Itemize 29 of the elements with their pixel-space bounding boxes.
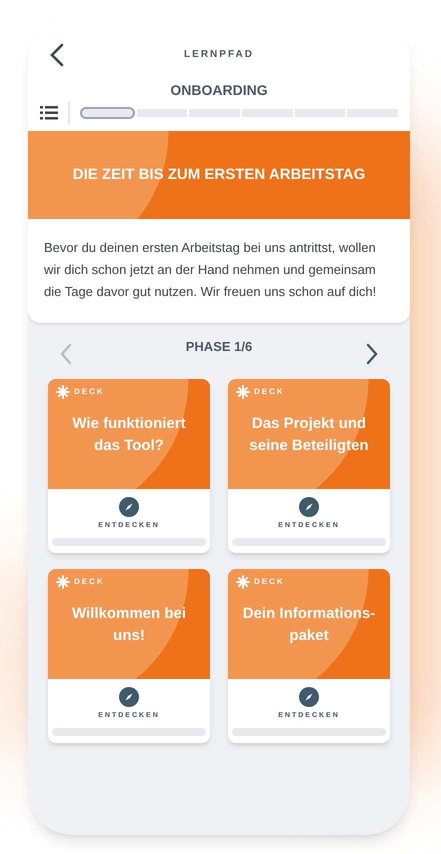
sparkle-icon xyxy=(236,385,250,399)
card-tag: DECK xyxy=(254,386,285,398)
compass-icon xyxy=(119,687,139,707)
phase-segment[interactable] xyxy=(294,109,346,117)
card-title: Wie funktioniert das Tool? xyxy=(71,414,187,456)
card-title: Willkommen bei uns! xyxy=(70,604,188,646)
compass-icon xyxy=(299,497,319,517)
phase-segment[interactable] xyxy=(347,109,398,117)
list-icon[interactable] xyxy=(40,106,58,120)
card-tag: DECK xyxy=(74,576,105,588)
page-eyebrow: LERNPFAD xyxy=(184,48,254,62)
phase-segment[interactable] xyxy=(136,109,188,117)
phase-segment[interactable] xyxy=(242,109,293,117)
card-tag: DECK xyxy=(254,576,285,588)
phase-segment[interactable] xyxy=(80,107,135,119)
card-tag: DECK xyxy=(74,386,105,398)
card-title: Das Projekt und seine Beteiligten xyxy=(248,414,370,456)
intro-paragraph: Bevor du deinen ersten Arbeitstag bei uns antrittst, wollen wir dich schon jetzt an der Hand nehmen und gemeinsam die Tage davor gut nutzen. Wir freuen uns schon auf dich! xyxy=(44,239,378,301)
compass-icon xyxy=(299,687,319,707)
sparkle-icon xyxy=(56,385,70,399)
page-title: ONBOARDING xyxy=(170,81,268,100)
card-title: Dein Informations-paket xyxy=(242,604,376,646)
sparkle-icon xyxy=(56,575,70,589)
sparkle-icon xyxy=(236,575,250,589)
banner-title: DIE ZEIT BIS ZUM ERSTEN ARBEITSTAG xyxy=(72,164,366,185)
phase-segment[interactable] xyxy=(189,109,240,117)
compass-icon xyxy=(119,497,139,517)
phase-label: PHASE 1/6 xyxy=(186,338,252,356)
back-icon[interactable] xyxy=(50,43,64,67)
